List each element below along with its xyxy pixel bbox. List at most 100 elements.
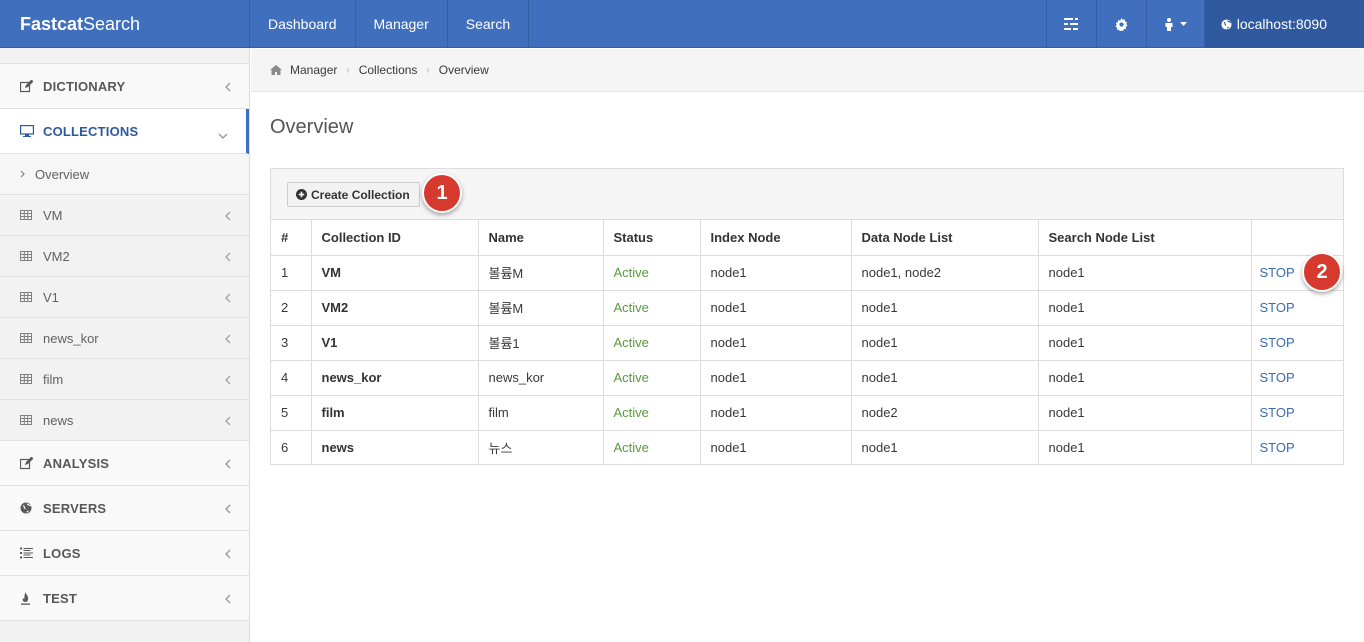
tasks-button[interactable]	[1045, 0, 1096, 48]
collection-name: news_kor	[478, 360, 604, 396]
chevron-left-icon	[225, 332, 231, 347]
row-number: 1	[271, 255, 312, 291]
nav-right: localhost:8090	[1045, 0, 1364, 48]
sidebar-subitem-label: VM	[43, 207, 63, 223]
brand-bold: Fastcat	[20, 14, 84, 34]
sidebar-item-label: ANALYSIS	[43, 455, 110, 471]
user-menu-button[interactable]	[1145, 0, 1204, 48]
table-row: 6 news 뉴스 Active node1 node1 node1 STOP	[271, 430, 1343, 465]
column-header: #	[271, 220, 312, 256]
tasks-icon	[1064, 18, 1079, 30]
data-node-list: node2	[851, 395, 1039, 431]
sidebar-subitem-news-kor[interactable]: news_kor	[0, 318, 249, 359]
sidebar-item-label: TEST	[43, 590, 78, 606]
chevron-right-icon	[20, 170, 32, 178]
index-node: node1	[700, 430, 852, 465]
collections-table: # Collection ID Name Status Index Node D…	[271, 220, 1343, 465]
chevron-left-icon	[225, 373, 231, 388]
chevron-left-icon	[225, 502, 231, 517]
sidebar-subitem-film[interactable]: film	[0, 359, 249, 400]
breadcrumb-separator-icon: ›	[426, 64, 430, 76]
sidebar-item-test[interactable]: TEST	[0, 576, 249, 621]
chevron-down-icon	[218, 127, 228, 142]
index-node: node1	[700, 325, 852, 361]
callout-badge-2: 2	[1302, 252, 1342, 292]
globe-icon	[20, 502, 38, 514]
nav-search[interactable]: Search	[448, 0, 530, 48]
column-header: Index Node	[700, 220, 852, 256]
sidebar-subitem-label: news	[43, 412, 74, 428]
caret-down-icon	[1179, 22, 1187, 26]
brand-logo[interactable]: FastcatSearch	[0, 0, 250, 48]
sidebar-subitem-news[interactable]: news	[0, 400, 249, 441]
list-icon	[20, 547, 38, 559]
stop-button[interactable]: STOP	[1251, 395, 1343, 431]
host-indicator[interactable]: localhost:8090	[1203, 0, 1364, 48]
chevron-left-icon	[225, 414, 231, 429]
sidebar-item-label: LOGS	[43, 545, 81, 561]
sidebar-subitem-label: VM2	[43, 248, 70, 264]
table-icon	[20, 374, 38, 384]
host-label: localhost:8090	[1236, 16, 1327, 32]
nav-manager[interactable]: Manager	[356, 0, 448, 48]
create-collection-button[interactable]: Create Collection	[287, 182, 420, 207]
chevron-left-icon	[225, 80, 231, 95]
row-number: 5	[271, 395, 312, 431]
data-node-list: node1	[851, 360, 1039, 396]
sidebar-item-collections[interactable]: COLLECTIONS	[0, 109, 249, 154]
settings-button[interactable]	[1095, 0, 1146, 48]
chevron-left-icon	[225, 592, 231, 607]
column-header: Name	[478, 220, 604, 256]
stop-button[interactable]: STOP	[1251, 360, 1343, 396]
table-row: 4 news_kor news_kor Active node1 node1 n…	[271, 360, 1343, 396]
home-icon[interactable]	[270, 65, 282, 75]
chevron-left-icon	[225, 547, 231, 562]
sidebar-shortcuts	[0, 48, 249, 64]
sidebar-subitem-label: V1	[43, 289, 59, 305]
sidebar-subitem-overview[interactable]: Overview	[0, 154, 249, 195]
collection-id: news_kor	[311, 360, 479, 396]
data-node-list: node1, node2	[851, 255, 1039, 291]
search-node-list: node1	[1038, 395, 1252, 431]
plus-circle-icon	[296, 189, 307, 200]
index-node: node1	[700, 290, 852, 326]
search-node-list: node1	[1038, 255, 1252, 291]
user-icon	[1165, 17, 1173, 31]
collection-id: VM	[311, 255, 479, 291]
sidebar-item-analysis[interactable]: ANALYSIS	[0, 441, 249, 486]
sidebar-item-dictionary[interactable]: DICTIONARY	[0, 64, 249, 109]
collection-id: VM2	[311, 290, 479, 326]
stop-button[interactable]: STOP	[1251, 325, 1343, 361]
breadcrumb-manager[interactable]: Manager	[290, 63, 337, 77]
chevron-left-icon	[225, 250, 231, 265]
table-icon	[20, 251, 38, 261]
breadcrumb-overview: Overview	[438, 63, 489, 77]
collection-status: Active	[603, 325, 701, 361]
row-number: 3	[271, 325, 312, 361]
sidebar-item-servers[interactable]: SERVERS	[0, 486, 249, 531]
sidebar-subitem-vm[interactable]: VM	[0, 195, 249, 236]
sidebar-item-label: COLLECTIONS	[43, 123, 139, 139]
search-node-list: node1	[1038, 325, 1252, 361]
table-icon	[20, 333, 38, 343]
row-number: 4	[271, 360, 312, 396]
breadcrumb-collections[interactable]: Collections	[359, 63, 418, 77]
sidebar-subitem-vm2[interactable]: VM2	[0, 236, 249, 277]
sidebar-item-logs[interactable]: LOGS	[0, 531, 249, 576]
create-collection-label: Create Collection	[311, 187, 410, 202]
search-node-list: node1	[1038, 430, 1252, 465]
stop-button[interactable]: STOP	[1251, 430, 1343, 465]
row-number: 6	[271, 430, 312, 465]
sidebar-item-label: SERVERS	[43, 500, 107, 516]
collection-name: 볼륨M	[478, 255, 604, 291]
data-node-list: node1	[851, 290, 1039, 326]
table-header-row: # Collection ID Name Status Index Node D…	[271, 220, 1343, 256]
data-node-list: node1	[851, 325, 1039, 361]
row-number: 2	[271, 290, 312, 326]
collection-status: Active	[603, 360, 701, 396]
sidebar-subitem-label: news_kor	[43, 330, 99, 346]
stop-button[interactable]: STOP	[1251, 290, 1343, 326]
sidebar-subitem-v1[interactable]: V1	[0, 277, 249, 318]
table-icon	[20, 292, 38, 302]
nav-dashboard[interactable]: Dashboard	[250, 0, 356, 48]
